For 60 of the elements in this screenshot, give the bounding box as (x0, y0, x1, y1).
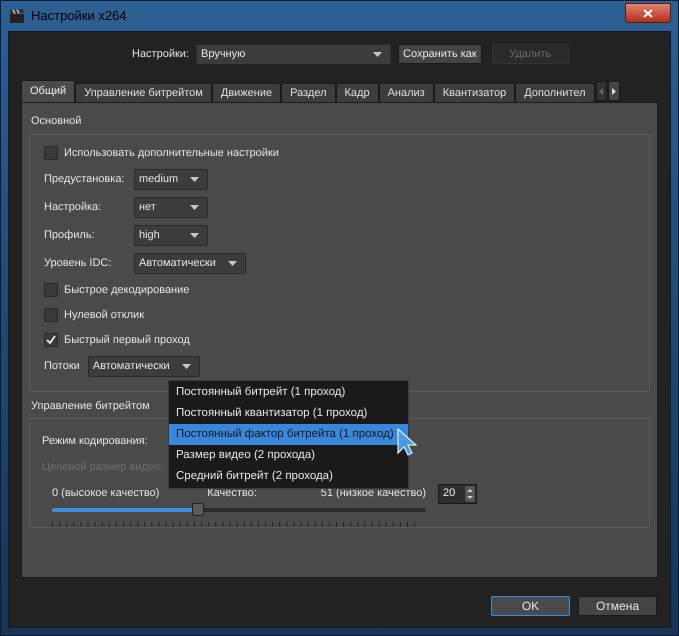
mouse-cursor-icon (397, 428, 417, 456)
checkbox-label: Быстрое декодирование (64, 282, 190, 298)
menu-item[interactable]: Постоянный битрейт (1 проход) (169, 382, 408, 403)
field-label: Уровень IDC: (44, 256, 112, 272)
dropdown-field[interactable]: Автоматически (134, 253, 246, 274)
menu-item[interactable]: Постоянный фактор битрейта (1 проход) (169, 424, 408, 445)
checkbox[interactable] (44, 146, 58, 160)
dropdown-field[interactable]: Автоматически (88, 356, 200, 377)
group-title: Основной (30, 114, 82, 129)
toolbar-button[interactable]: Сохранить как (398, 44, 482, 64)
right-arrow-icon (612, 88, 616, 94)
caret-icon (228, 261, 237, 266)
checkbox-label: Использовать дополнительные настройки (64, 146, 279, 161)
menu-item[interactable]: Средний битрейт (2 прохода) (169, 466, 408, 487)
spin-box[interactable]: 20 (438, 484, 477, 504)
checkbox[interactable] (44, 283, 58, 297)
checkbox-label: Нулевой отклик (64, 308, 144, 323)
slider[interactable] (52, 503, 426, 516)
field-label: Профиль: (44, 228, 96, 244)
dialog-button[interactable]: OK (491, 596, 570, 616)
checkbox-label: Быстрый первый проход (64, 332, 190, 348)
tab[interactable]: Кадр (336, 83, 379, 102)
field-label: Предустановка: (44, 172, 126, 188)
spin-arrows-icon (465, 486, 475, 502)
close-icon (643, 8, 653, 18)
dropdown-field[interactable]: high (134, 225, 208, 246)
dropdown-field[interactable]: medium (134, 169, 208, 190)
field-label: Настройки: (132, 46, 189, 62)
tab[interactable]: Анализ (378, 83, 434, 102)
menu-item[interactable]: Постоянный квантизатор (1 проход) (169, 403, 408, 424)
slider-caption: Качество: (207, 486, 257, 500)
tab[interactable]: Квантизатор (434, 83, 516, 102)
caret-icon (190, 205, 199, 210)
checkbox[interactable] (44, 308, 58, 322)
left-arrow-icon (599, 88, 604, 94)
tab[interactable]: Управление битрейтом (75, 83, 212, 102)
dropdown-field[interactable]: Вручную (196, 44, 391, 64)
scroll-right-button[interactable] (608, 81, 620, 101)
menu-item[interactable]: Размер видео (2 прохода) (169, 445, 408, 466)
caret-icon (190, 233, 199, 238)
tab[interactable]: Общий (21, 80, 76, 102)
caret-icon (182, 364, 191, 369)
tab[interactable]: Движение (212, 83, 282, 102)
dialog-button[interactable]: Отмена (578, 596, 657, 616)
close-button[interactable] (625, 3, 671, 23)
slider-thumb[interactable] (192, 503, 204, 516)
tab[interactable]: Раздел (281, 83, 336, 102)
caret-icon (373, 52, 382, 56)
group-title: Управление битрейтом (30, 398, 150, 414)
field-label: Режим кодирования: (42, 434, 148, 449)
window-title: Настройки x264 (31, 7, 127, 26)
checkmark-icon (46, 335, 56, 345)
field-label: Потоки (44, 359, 80, 374)
checkbox[interactable] (44, 333, 58, 347)
slider-min-label: 0 (высокое качество) (52, 486, 160, 500)
clapperboard-icon (9, 8, 25, 24)
caret-icon (190, 177, 200, 182)
dropdown-field[interactable]: нет (134, 197, 208, 218)
tab[interactable]: Дополнител (515, 83, 595, 102)
field-label: Настройка: (44, 200, 102, 216)
